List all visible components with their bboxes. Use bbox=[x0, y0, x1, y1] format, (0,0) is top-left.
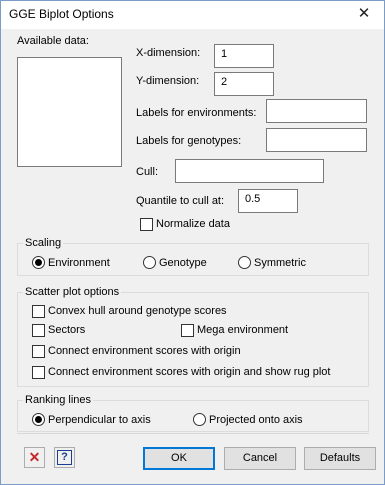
quantile-field[interactable]: 0.5 bbox=[238, 189, 298, 213]
scaling-group-title: Scaling bbox=[23, 237, 64, 249]
convex-hull-checkbox[interactable] bbox=[32, 305, 45, 318]
connect-origin-checkbox[interactable] bbox=[32, 345, 45, 358]
mega-environment-label: Mega environment bbox=[197, 324, 289, 336]
mega-environment-checkbox[interactable] bbox=[181, 324, 194, 337]
scaling-genotype-label: Genotype bbox=[159, 257, 207, 269]
x-dimension-label: X-dimension: bbox=[136, 47, 201, 59]
normalize-data-checkbox[interactable] bbox=[140, 218, 153, 231]
cancel-button[interactable]: Cancel bbox=[224, 447, 296, 470]
ranking-projected-radio[interactable] bbox=[193, 413, 206, 426]
clear-button[interactable]: ✕ bbox=[24, 447, 45, 468]
y-dimension-label: Y-dimension: bbox=[136, 75, 200, 87]
bottom-separator bbox=[17, 433, 369, 434]
cull-field[interactable] bbox=[175, 159, 324, 183]
ranking-perpendicular-label: Perpendicular to axis bbox=[48, 414, 151, 426]
sectors-label: Sectors bbox=[48, 324, 86, 336]
quantile-label: Quantile to cull at: bbox=[136, 195, 225, 207]
labels-genotypes-label: Labels for genotypes: bbox=[136, 135, 242, 147]
ranking-projected-label: Projected onto axis bbox=[209, 414, 303, 426]
clear-icon: ✕ bbox=[28, 449, 41, 465]
help-button[interactable]: ? bbox=[54, 447, 75, 468]
scaling-environment-radio[interactable] bbox=[32, 256, 45, 269]
close-icon[interactable]: ✕ bbox=[350, 3, 378, 25]
scaling-symmetric-label: Symmetric bbox=[254, 257, 306, 269]
ranking-perpendicular-radio[interactable] bbox=[32, 413, 45, 426]
available-data-list[interactable] bbox=[17, 57, 122, 167]
scaling-symmetric-radio[interactable] bbox=[238, 256, 251, 269]
defaults-button[interactable]: Defaults bbox=[304, 447, 376, 470]
labels-genotypes-field[interactable] bbox=[266, 128, 367, 152]
convex-hull-label: Convex hull around genotype scores bbox=[48, 305, 227, 317]
connect-rug-label: Connect environment scores with origin a… bbox=[48, 366, 331, 378]
available-data-label: Available data: bbox=[17, 35, 89, 47]
scaling-environment-label: Environment bbox=[48, 257, 110, 269]
title-bar: GGE Biplot Options ✕ bbox=[1, 1, 384, 29]
connect-origin-label: Connect environment scores with origin bbox=[48, 345, 241, 357]
help-icon: ? bbox=[57, 450, 72, 465]
y-dimension-field[interactable]: 2 bbox=[214, 72, 274, 96]
labels-environments-field[interactable] bbox=[266, 99, 367, 123]
labels-environments-label: Labels for environments: bbox=[136, 107, 257, 119]
normalize-data-label: Normalize data bbox=[156, 218, 230, 230]
connect-rug-checkbox[interactable] bbox=[32, 366, 45, 379]
scaling-genotype-radio[interactable] bbox=[143, 256, 156, 269]
sectors-checkbox[interactable] bbox=[32, 324, 45, 337]
scatter-options-group-title: Scatter plot options bbox=[23, 286, 122, 298]
dialog-window: GGE Biplot Options ✕ Available data: X-d… bbox=[0, 0, 385, 485]
cull-label: Cull: bbox=[136, 166, 159, 178]
x-dimension-field[interactable]: 1 bbox=[214, 44, 274, 68]
ok-button[interactable]: OK bbox=[143, 447, 215, 470]
window-title: GGE Biplot Options bbox=[9, 7, 114, 21]
ranking-lines-group-title: Ranking lines bbox=[23, 394, 94, 406]
